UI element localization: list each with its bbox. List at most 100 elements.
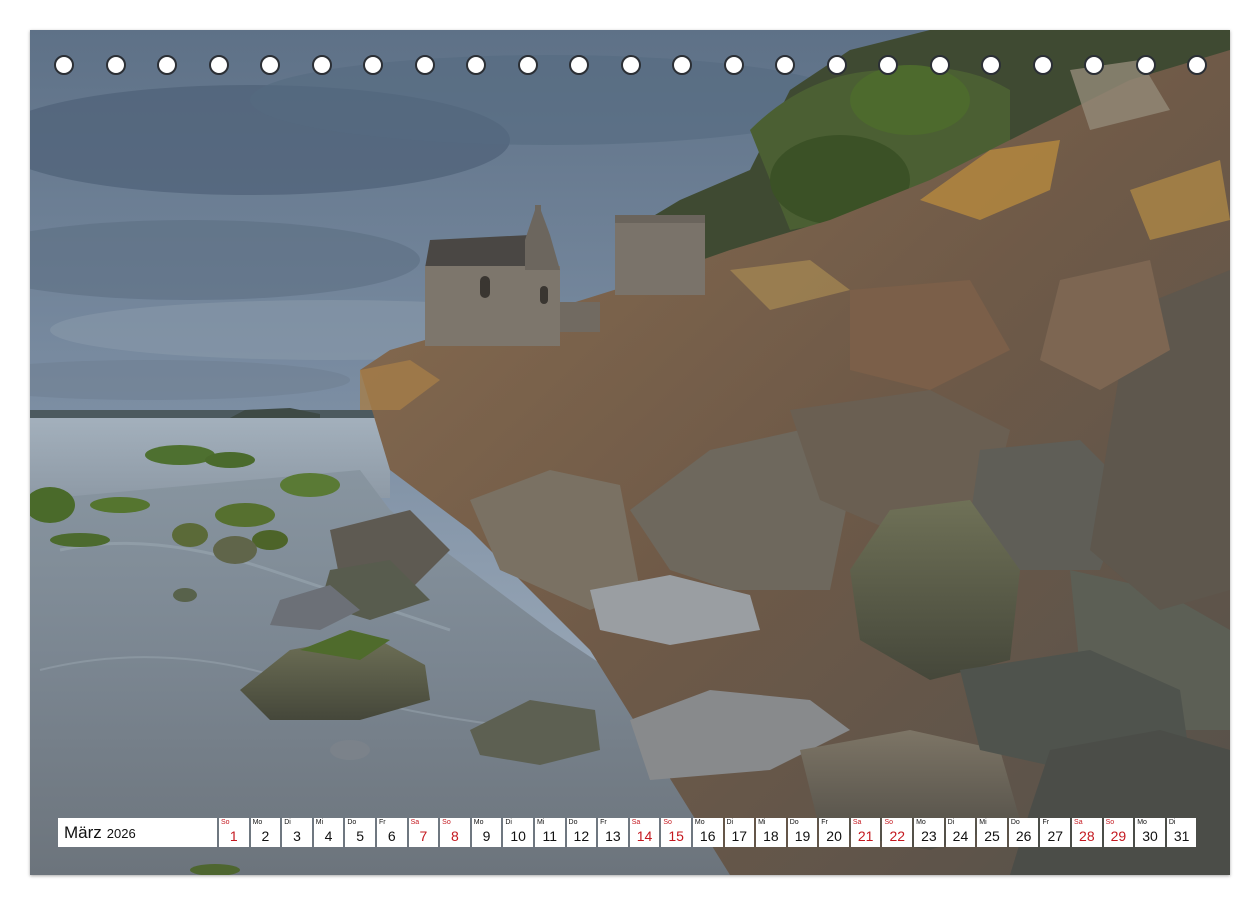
day-number: 22	[889, 828, 906, 844]
day-cell: Di 31	[1166, 818, 1197, 847]
binding-ring-hole	[981, 55, 1001, 75]
day-cell: Mo 9	[471, 818, 502, 847]
day-number: 8	[451, 828, 459, 844]
day-number: 5	[356, 828, 365, 844]
month-name: März	[64, 822, 102, 842]
day-cell: Sa 14	[629, 818, 660, 847]
weekday-label: Di	[1168, 819, 1176, 826]
binding-ring-hole	[1187, 55, 1207, 75]
day-number: 17	[731, 828, 748, 844]
day-cell: Sa 28	[1072, 818, 1102, 847]
calendar-sheet: März 2026 So 1 Mo 2 Di 3 Mi 4 Do 5 Fr 6 Sa 7 So 8 Mo 9 Di 1…	[30, 30, 1230, 875]
weekday-label: Di	[726, 819, 734, 826]
weekday-label: So	[221, 819, 230, 826]
binding-ring-hole	[208, 55, 229, 75]
day-number: 7	[419, 828, 428, 844]
day-number: 30	[1142, 828, 1158, 844]
weekday-label: Mo	[916, 819, 926, 826]
day-number: 25	[984, 828, 1000, 844]
binding-ring-hole	[54, 55, 74, 75]
day-cell: Di 17	[724, 818, 755, 847]
day-number: 24	[952, 828, 969, 844]
binding-ring-hole	[672, 55, 692, 75]
day-cell: Do 19	[787, 818, 818, 847]
binding-ring-hole	[878, 55, 898, 75]
day-cell: Mi 4	[313, 818, 344, 847]
weekday-label: Fr	[378, 819, 386, 826]
day-number: 27	[1047, 828, 1064, 844]
day-cell: Fr 6	[376, 818, 407, 847]
day-cell: So 1	[219, 818, 249, 847]
day-number: 2	[261, 828, 270, 844]
day-cell: Mo 23	[914, 818, 944, 847]
weekday-label: Fr	[600, 819, 607, 826]
weekday-label: Mi	[758, 819, 766, 826]
day-cell: Mo 16	[692, 818, 723, 847]
day-cell: Do 26	[1008, 818, 1039, 847]
weekday-label: Fr	[1042, 819, 1050, 826]
day-number: 29	[1110, 828, 1127, 844]
weekday-label: Sa	[410, 819, 420, 826]
day-cell: Di 3	[282, 818, 312, 847]
day-cell: Do 5	[345, 818, 375, 847]
binding-ring-hole	[723, 55, 744, 75]
binding-ring-hole	[466, 55, 486, 75]
weekday-label: Do	[568, 819, 578, 826]
day-number: 26	[1015, 828, 1032, 844]
day-cell: Fr 13	[598, 818, 628, 847]
day-cell: Do 12	[566, 818, 597, 847]
day-number: 11	[542, 828, 557, 844]
weekday-label: Mi	[315, 819, 324, 826]
binding-ring-hole	[311, 55, 332, 75]
weekday-label: Mo	[473, 819, 484, 826]
day-cell: Di 24	[945, 818, 976, 847]
day-number: 12	[573, 828, 590, 844]
day-number: 31	[1173, 828, 1190, 844]
weekday-label: So	[1105, 819, 1115, 826]
day-cell: Fr 27	[1040, 818, 1071, 847]
coastal-chapel-photo	[30, 30, 1230, 875]
day-number: 14	[636, 828, 653, 844]
binding-ring-hole	[260, 55, 280, 75]
weekday-label: Di	[505, 819, 512, 826]
binding-ring-hole	[569, 55, 589, 75]
binding-ring-hole	[1135, 55, 1156, 75]
weekday-label: Mo	[252, 819, 263, 826]
day-cell: Mo 30	[1135, 818, 1165, 847]
weekday-label: Di	[947, 819, 955, 826]
month-label: März 2026	[58, 818, 217, 847]
weekday-label: So	[442, 819, 451, 826]
day-cell: Mi 25	[977, 818, 1007, 847]
day-number: 6	[387, 828, 396, 844]
day-cell: Mi 18	[756, 818, 786, 847]
day-cell: Mo 2	[250, 818, 281, 847]
day-number: 23	[921, 828, 937, 844]
binding-ring-hole	[1032, 55, 1053, 75]
weekday-label: Mo	[694, 819, 705, 826]
day-cell: Fr 20	[819, 818, 849, 847]
binding-ring-hole	[775, 55, 795, 75]
day-cell: Mi 11	[534, 818, 565, 847]
day-cell: So 22	[882, 818, 913, 847]
day-cell: Di 10	[503, 818, 533, 847]
day-number: 4	[324, 828, 333, 844]
day-cell: Sa 21	[850, 818, 881, 847]
day-number: 28	[1079, 828, 1095, 844]
binding-ring-hole	[414, 55, 435, 75]
day-number: 9	[482, 828, 491, 844]
day-number: 19	[794, 828, 811, 844]
day-number: 20	[826, 828, 842, 844]
binding-ring-hole	[620, 55, 641, 75]
weekday-label: Sa	[631, 819, 641, 826]
weekday-label: Do	[347, 819, 357, 826]
binding-ring-hole	[157, 55, 177, 75]
day-number: 15	[668, 828, 684, 844]
day-number: 21	[857, 828, 874, 844]
day-number: 3	[293, 828, 301, 844]
weekday-label: Sa	[1074, 819, 1083, 826]
day-number: 1	[229, 828, 238, 844]
day-number: 13	[605, 828, 621, 844]
binding-ring-hole	[363, 55, 383, 75]
month-year: 2026	[106, 826, 136, 841]
weekday-label: So	[884, 819, 894, 826]
